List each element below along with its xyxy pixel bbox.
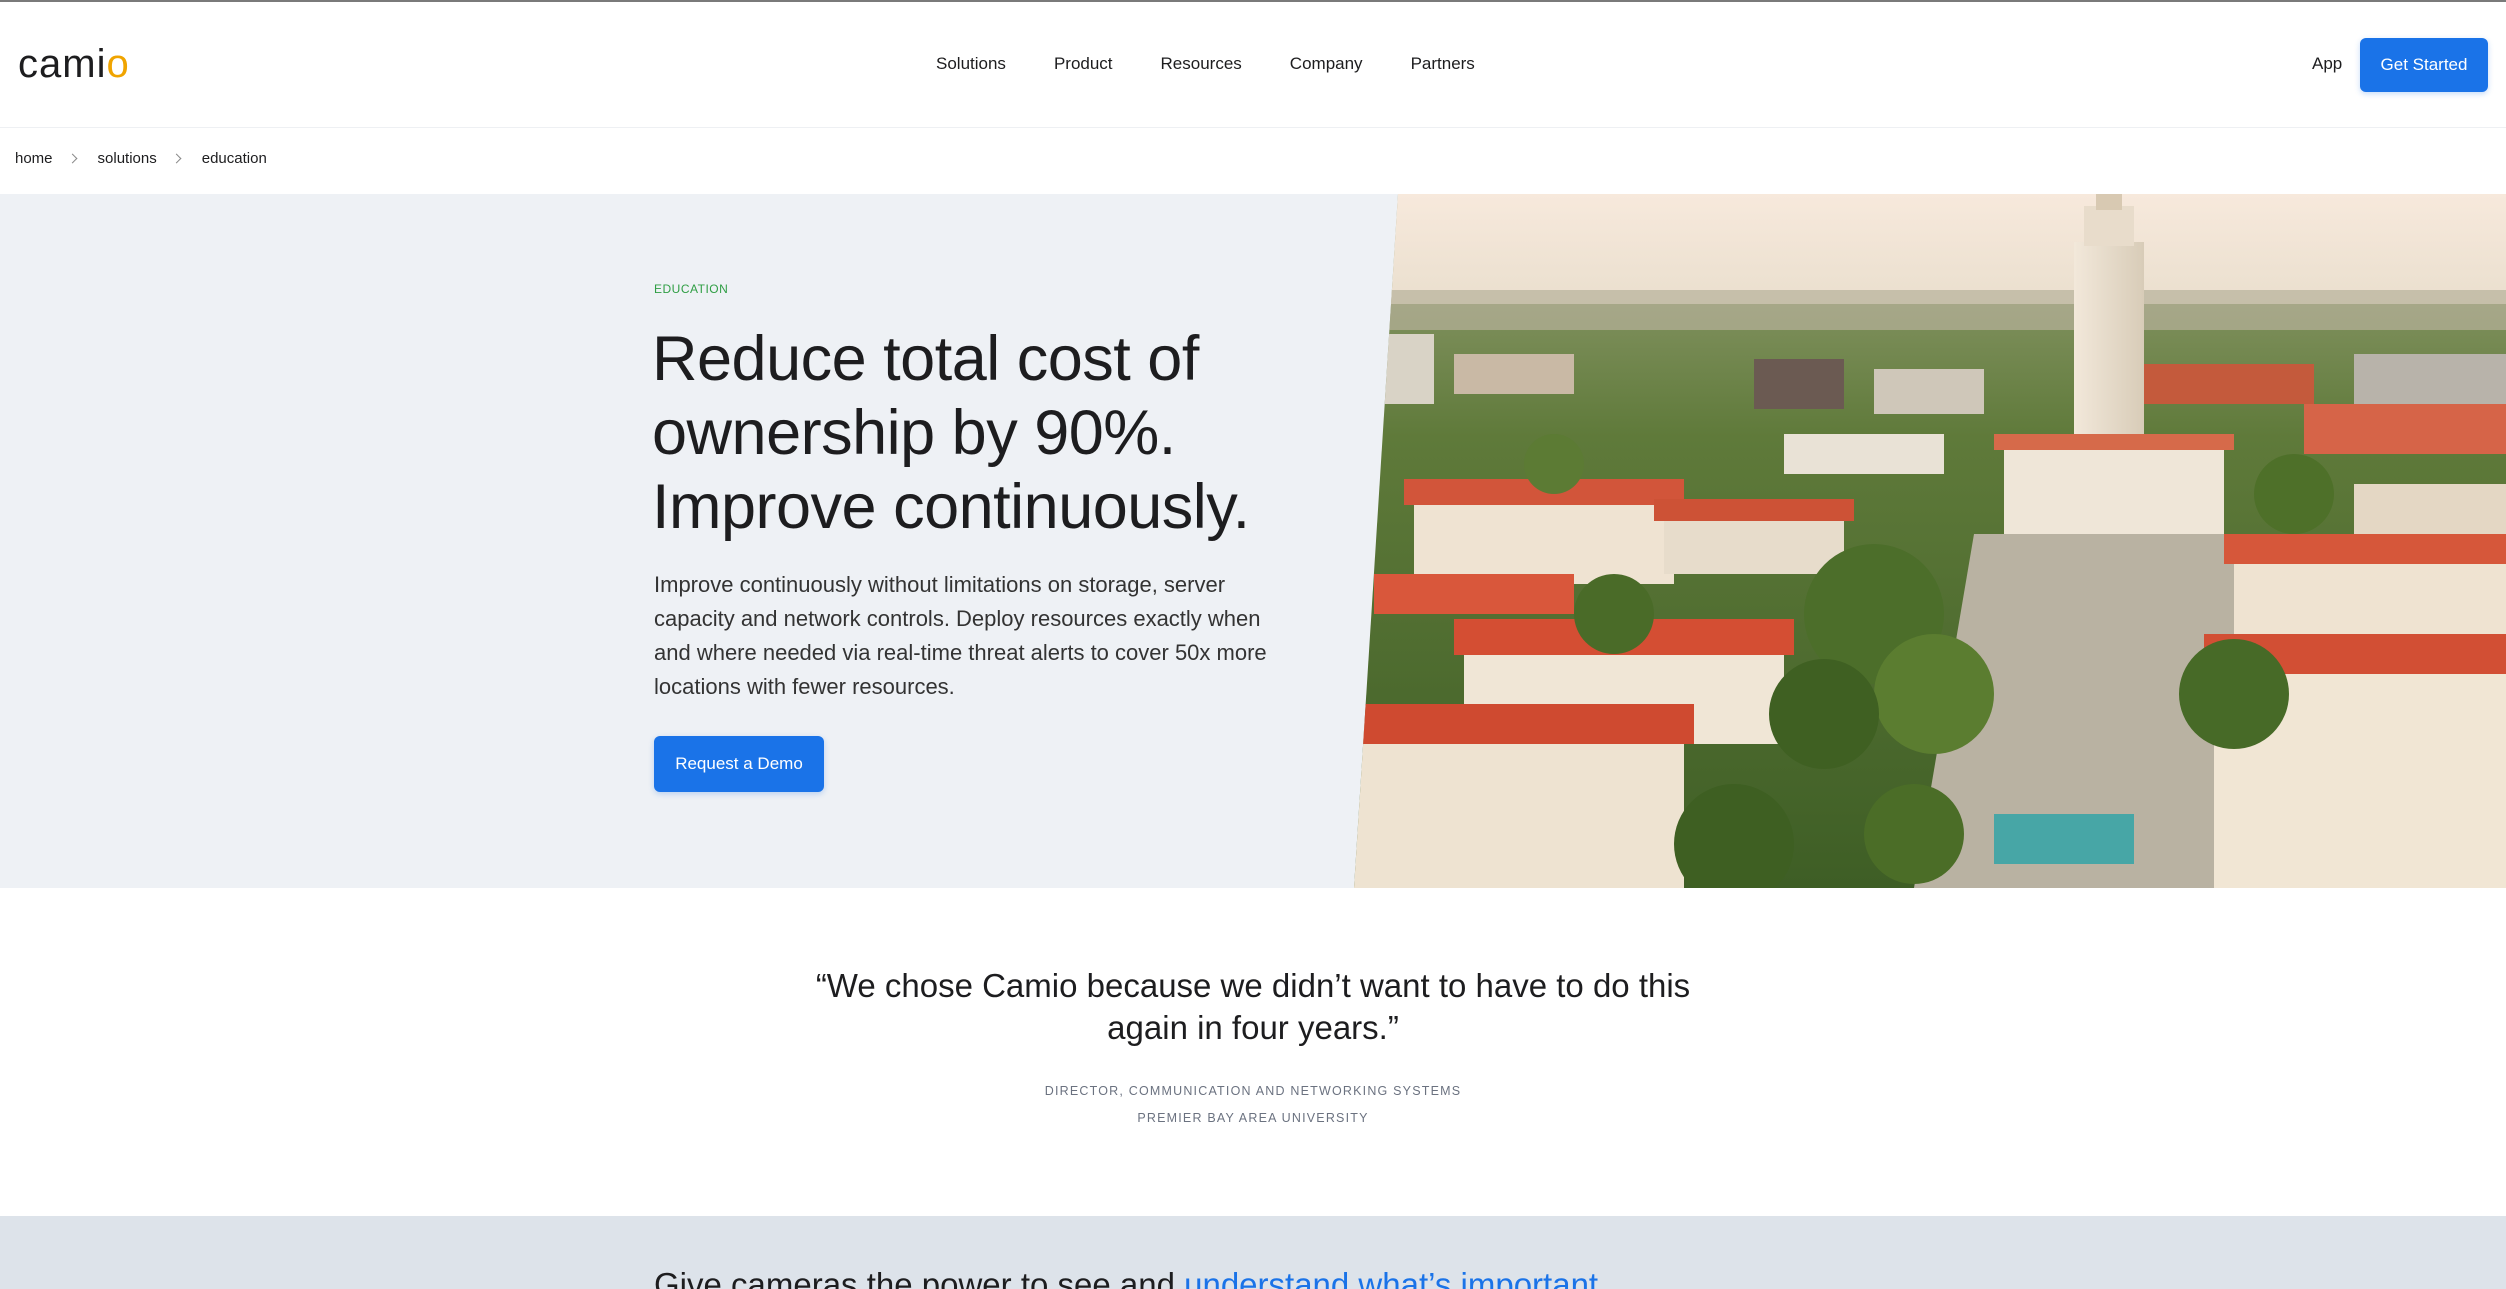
breadcrumb-home[interactable]: home — [15, 150, 53, 167]
get-started-button[interactable]: Get Started — [2360, 38, 2488, 92]
request-demo-button[interactable]: Request a Demo — [654, 736, 824, 792]
attribution-org: PREMIER BAY AREA UNIVERSITY — [1137, 1111, 1369, 1125]
features-heading-text: Give cameras the power to see and — [654, 1266, 1185, 1289]
hero-eyebrow: EDUCATION — [654, 282, 729, 296]
breadcrumb-education: education — [201, 150, 267, 167]
app-link[interactable]: App — [2312, 54, 2342, 74]
hero-section: EDUCATION Reduce total cost of ownership… — [0, 194, 2506, 888]
nav-partners[interactable]: Partners — [1411, 54, 1475, 74]
breadcrumb: home solutions education — [15, 150, 267, 167]
main-nav: Solutions Product Resources Company Part… — [936, 54, 1475, 74]
breadcrumb-solutions[interactable]: solutions — [98, 150, 157, 167]
nav-solutions[interactable]: Solutions — [936, 54, 1006, 74]
campus-aerial-image — [1354, 194, 2506, 888]
attribution-title: DIRECTOR, COMMUNICATION AND NETWORKING S… — [1044, 1084, 1462, 1098]
nav-product[interactable]: Product — [1054, 54, 1113, 74]
hero-title: Reduce total cost of ownership by 90%. I… — [652, 322, 1332, 544]
nav-company[interactable]: Company — [1290, 54, 1363, 74]
testimonial-quote-text: “We chose Camio because we didn’t want t… — [815, 967, 1691, 1046]
chevron-right-icon — [171, 153, 182, 164]
camio-logo[interactable]: camio — [18, 42, 130, 87]
site-header: camio Solutions Product Resources Compan… — [0, 2, 2506, 128]
testimonial-quote: “We chose Camio because we didn’t want t… — [0, 965, 2506, 1049]
features-heading-link[interactable]: understand what’s important — [1184, 1266, 1598, 1289]
features-section: Give cameras the power to see and unders… — [0, 1216, 2506, 1289]
chevron-right-icon — [67, 153, 77, 164]
hero-description: Improve continuously without limitations… — [654, 572, 1267, 699]
hero-title-line: ownership by 90%. — [652, 398, 1176, 468]
features-heading: Give cameras the power to see and unders… — [654, 1266, 1598, 1289]
hero-title-line: Improve continuously. — [652, 472, 1250, 542]
hero-title-line: Reduce total cost of — [652, 324, 1199, 394]
nav-resources[interactable]: Resources — [1161, 54, 1242, 74]
